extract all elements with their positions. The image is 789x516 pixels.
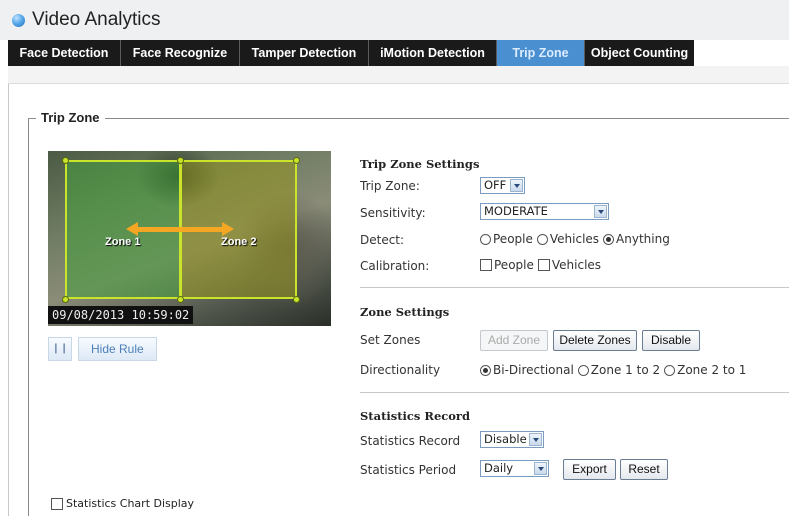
tab-strip-base: [8, 66, 789, 84]
statistics-record-title: Statistics Record: [360, 409, 471, 423]
zone-handle[interactable]: [177, 296, 184, 303]
trip-zone-settings-title: Trip Zone Settings: [360, 157, 480, 171]
detect-people-label: People: [493, 232, 533, 246]
calibration-people-label: People: [494, 258, 534, 272]
tab-face-recognize[interactable]: Face Recognize: [121, 40, 240, 66]
video-timestamp: 09/08/2013 10:59:02: [48, 306, 194, 324]
zone-handle[interactable]: [293, 296, 300, 303]
tab-tamper-detection[interactable]: Tamper Detection: [240, 40, 369, 66]
zone-2-to-1-label: Zone 2 to 1: [677, 363, 747, 377]
detect-people-radio[interactable]: [480, 233, 491, 245]
statistics-record-value: Disable: [484, 432, 527, 446]
chevron-down-icon: [534, 462, 547, 475]
statistics-chart-label: Statistics Chart Display: [66, 497, 195, 510]
zone-handle[interactable]: [62, 296, 69, 303]
detect-vehicles-label: Vehicles: [549, 232, 600, 246]
pause-icon: ❙❙: [51, 343, 69, 354]
tab-object-counting[interactable]: Object Counting: [585, 40, 694, 66]
video-preview[interactable]: Zone 1 Zone 2 09/08/2013 10:59:02: [48, 151, 331, 326]
section-divider: [360, 287, 789, 288]
statistics-period-label: Statistics Period: [360, 463, 457, 477]
statistics-record-label: Statistics Record: [360, 434, 461, 448]
sensitivity-value: MODERATE: [484, 204, 548, 218]
zone-handle[interactable]: [293, 157, 300, 164]
hide-rule-button[interactable]: Hide Rule: [78, 337, 157, 361]
app-header: Video Analytics: [0, 0, 789, 40]
disable-zones-button[interactable]: Disable: [642, 330, 700, 351]
arrow-right-head: [222, 222, 234, 236]
add-zone-button[interactable]: Add Zone: [480, 330, 548, 351]
video-controls: ❙❙ Hide Rule: [48, 337, 157, 361]
trip-zone-select[interactable]: OFF: [480, 177, 525, 194]
arrow-left-head: [126, 222, 138, 236]
bi-directional-label: Bi-Directional: [493, 363, 574, 377]
fieldset-border-left: [28, 118, 29, 516]
statistics-period-value: Daily: [484, 461, 514, 475]
zone-1-to-2-label: Zone 1 to 2: [590, 363, 661, 377]
chevron-down-icon: [529, 433, 542, 446]
blue-sphere-icon: [12, 14, 25, 27]
app-title: Video Analytics: [32, 9, 161, 30]
delete-zones-button[interactable]: Delete Zones: [553, 330, 637, 351]
zone-1-to-2-radio[interactable]: [577, 364, 589, 376]
calibration-vehicles-label: Vehicles: [551, 258, 602, 272]
calibration-options: People Vehicles: [480, 258, 605, 272]
bi-directional-radio[interactable]: [480, 364, 491, 376]
set-zones-label: Set Zones: [360, 333, 421, 347]
statistics-chart-checkbox[interactable]: [51, 498, 63, 510]
tab-imotion-detection[interactable]: iMotion Detection: [369, 40, 497, 66]
directionality-label: Directionality: [360, 363, 441, 377]
zone-2-label: Zone 2: [221, 236, 257, 248]
zone-handle[interactable]: [62, 157, 69, 164]
statistics-chart-display: Statistics Chart Display: [51, 497, 194, 510]
sensitivity-label: Sensitivity:: [360, 206, 426, 220]
zone-2-to-1-radio[interactable]: [664, 364, 676, 376]
trip-zone-value: OFF: [484, 178, 507, 192]
detect-options: People Vehicles Anything: [480, 232, 674, 246]
chevron-down-icon: [594, 205, 607, 218]
fieldset-border-top: [28, 118, 789, 119]
detect-vehicles-radio[interactable]: [536, 233, 548, 245]
pause-button[interactable]: ❙❙: [48, 337, 72, 361]
zone-1-label: Zone 1: [105, 236, 141, 248]
zone-handle[interactable]: [177, 157, 184, 164]
export-button[interactable]: Export: [563, 459, 616, 480]
section-divider: [360, 392, 789, 393]
statistics-period-select[interactable]: Daily: [480, 460, 549, 477]
trip-zone-label: Trip Zone:: [360, 179, 420, 193]
calibration-people-checkbox[interactable]: [480, 259, 492, 271]
calibration-vehicles-checkbox[interactable]: [537, 259, 550, 271]
chevron-down-icon: [510, 179, 523, 192]
tab-trip-zone[interactable]: Trip Zone: [497, 40, 585, 66]
detect-anything-radio[interactable]: [603, 233, 615, 245]
directionality-options: Bi-Directional Zone 1 to 2 Zone 2 to 1: [480, 363, 750, 377]
analytics-tabs: Face Detection Face Recognize Tamper Det…: [8, 40, 694, 66]
bidirectional-arrow-icon: [136, 227, 222, 232]
tab-face-detection[interactable]: Face Detection: [8, 40, 121, 66]
detect-label: Detect:: [360, 233, 405, 247]
panel-legend: Trip Zone: [36, 110, 105, 125]
sensitivity-select[interactable]: MODERATE: [480, 203, 609, 220]
zone-settings-title: Zone Settings: [360, 305, 450, 319]
calibration-label: Calibration:: [360, 259, 430, 273]
statistics-record-select[interactable]: Disable: [480, 431, 544, 448]
detect-anything-label: Anything: [616, 232, 670, 246]
reset-button[interactable]: Reset: [620, 459, 668, 480]
